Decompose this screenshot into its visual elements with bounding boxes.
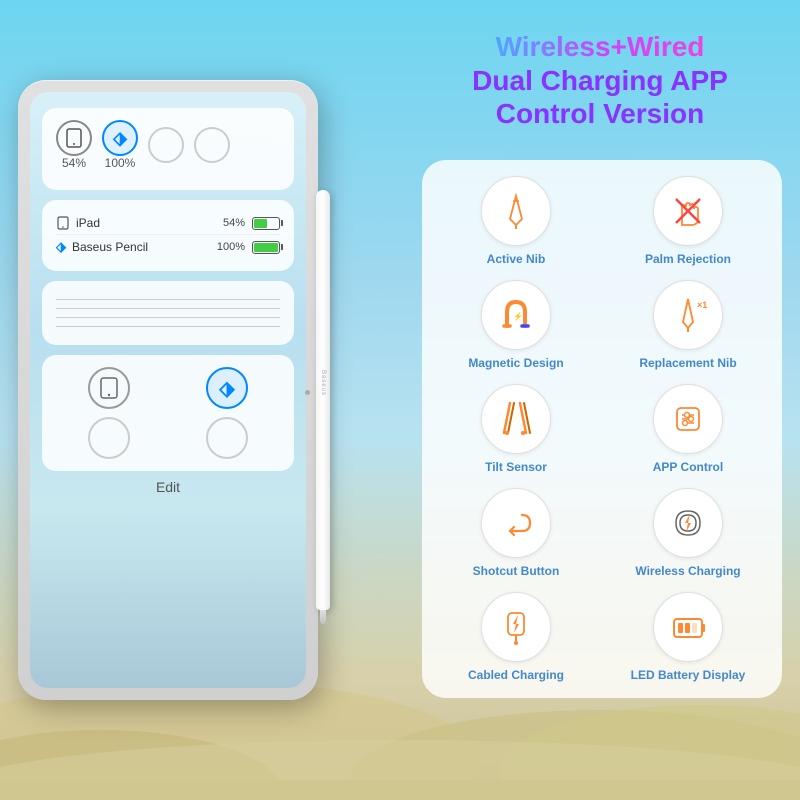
led-battery-icon bbox=[666, 605, 710, 649]
ipad-body: 54% ⬗ 100% bbox=[18, 80, 318, 700]
palm-rejection-label: Palm Rejection bbox=[645, 252, 731, 266]
pencil-battery-row: ⬗ Baseus Pencil 100% bbox=[56, 235, 280, 259]
bluetooth-icon: ⬗ bbox=[102, 120, 138, 156]
feature-cabled-charging: Cabled Charging bbox=[434, 592, 598, 682]
bottom-bluetooth-icon: ⬗ bbox=[206, 367, 248, 409]
wireless-charging-icon-circle bbox=[653, 488, 723, 558]
stylus: Baseus bbox=[314, 180, 332, 620]
wireless-charging-icon bbox=[666, 501, 710, 545]
tilt-sensor-icon bbox=[494, 397, 538, 441]
feature-replacement-nib: ×1 Replacement Nib bbox=[606, 280, 770, 370]
bottom-circle-3 bbox=[88, 417, 130, 459]
cabled-charging-icon bbox=[494, 605, 538, 649]
magnetic-design-label: Magnetic Design bbox=[468, 356, 563, 370]
pencil-battery-bar: 100% bbox=[217, 241, 280, 254]
svg-text:⚡: ⚡ bbox=[513, 311, 523, 321]
feature-magnetic-design: ⚡ Magnetic Design bbox=[434, 280, 598, 370]
bottom-circle-4 bbox=[206, 417, 248, 459]
active-nib-label: Active Nib bbox=[487, 252, 546, 266]
title-area: Wireless+Wired Dual Charging APP Control… bbox=[430, 30, 770, 131]
replacement-nib-label: Replacement Nib bbox=[639, 356, 736, 370]
palm-rejection-icon-circle bbox=[653, 176, 723, 246]
bottom-ipad-icon bbox=[88, 367, 130, 409]
cabled-charging-icon-circle bbox=[481, 592, 551, 662]
pencil-label: Baseus Pencil bbox=[72, 240, 148, 254]
feature-led-battery: LED Battery Display bbox=[606, 592, 770, 682]
replacement-nib-icon: ×1 bbox=[667, 294, 709, 336]
line-rule-2 bbox=[56, 308, 280, 309]
shortcut-button-label: Shotcut Button bbox=[473, 564, 560, 578]
ipad-icon bbox=[56, 120, 92, 156]
svg-text:×1: ×1 bbox=[697, 300, 707, 310]
title-line3: Control Version bbox=[430, 97, 770, 131]
title-line2: Dual Charging APP bbox=[430, 64, 770, 98]
led-battery-icon-circle bbox=[653, 592, 723, 662]
ipad-container: 54% ⬗ 100% bbox=[18, 80, 338, 700]
tilt-sensor-label: Tilt Sensor bbox=[485, 460, 547, 474]
title-line1: Wireless+Wired bbox=[430, 30, 770, 64]
shortcut-button-icon-circle bbox=[481, 488, 551, 558]
feature-shortcut-button: Shotcut Button bbox=[434, 488, 598, 578]
app-control-label: APP Control bbox=[653, 460, 723, 474]
ipad-battery-pct: 54% bbox=[56, 156, 92, 170]
tilt-sensor-icon-circle bbox=[481, 384, 551, 454]
replacement-nib-icon-circle: ×1 bbox=[653, 280, 723, 350]
feature-wireless-charging: Wireless Charging bbox=[606, 488, 770, 578]
line-rule-3 bbox=[56, 317, 280, 318]
wireless-charging-label: Wireless Charging bbox=[635, 564, 740, 578]
camera-dot bbox=[305, 390, 310, 395]
lines-widget bbox=[42, 281, 294, 345]
ipad-battery-fill bbox=[254, 219, 267, 228]
feature-active-nib: Active Nib bbox=[434, 176, 598, 266]
ipad-mini-icon bbox=[56, 216, 70, 230]
feature-app-control: APP Control bbox=[606, 384, 770, 474]
features-card: Active Nib Palm Rejection ⚡ bbox=[422, 160, 782, 698]
battery-widget: iPad 54% ⬗ Baseus Pencil bbox=[42, 200, 294, 271]
ipad-screen: 54% ⬗ 100% bbox=[30, 92, 306, 688]
ipad-label: iPad bbox=[76, 216, 100, 230]
screen-content: 54% ⬗ 100% bbox=[30, 92, 306, 688]
magnetic-design-icon: ⚡ bbox=[495, 294, 537, 336]
feature-tilt-sensor: Tilt Sensor bbox=[434, 384, 598, 474]
pencil-battery-indicator bbox=[252, 241, 280, 254]
app-control-icon bbox=[667, 398, 709, 440]
circle-icon-1 bbox=[148, 127, 184, 163]
stylus-tip bbox=[320, 610, 326, 624]
bluetooth-pct: 100% bbox=[102, 156, 138, 170]
pencil-battery-value: 100% bbox=[217, 241, 245, 253]
bottom-widget: ⬗ bbox=[42, 355, 294, 471]
feature-palm-rejection: Palm Rejection bbox=[606, 176, 770, 266]
top-widget: 54% ⬗ 100% bbox=[42, 108, 294, 190]
app-control-icon-circle bbox=[653, 384, 723, 454]
shortcut-button-icon bbox=[494, 501, 538, 545]
stylus-body: Baseus bbox=[316, 190, 330, 610]
ipad-battery-bar: 54% bbox=[223, 217, 280, 230]
widget-top-icons: 54% ⬗ 100% bbox=[56, 120, 280, 170]
line-rule-1 bbox=[56, 299, 280, 300]
stylus-brand-label: Baseus bbox=[320, 370, 326, 396]
ipad-battery-value: 54% bbox=[223, 217, 245, 229]
active-nib-icon bbox=[496, 191, 536, 231]
pencil-battery-fill bbox=[254, 243, 278, 252]
active-nib-icon-circle bbox=[481, 176, 551, 246]
line-rule-4 bbox=[56, 326, 280, 327]
led-battery-label: LED Battery Display bbox=[631, 668, 746, 682]
ipad-battery-indicator bbox=[252, 217, 280, 230]
magnetic-design-icon-circle: ⚡ bbox=[481, 280, 551, 350]
palm-rejection-icon bbox=[666, 189, 710, 233]
edit-label[interactable]: Edit bbox=[42, 479, 294, 495]
circle-icon-2 bbox=[194, 127, 230, 163]
cabled-charging-label: Cabled Charging bbox=[468, 668, 564, 682]
ipad-battery-row: iPad 54% bbox=[56, 212, 280, 235]
